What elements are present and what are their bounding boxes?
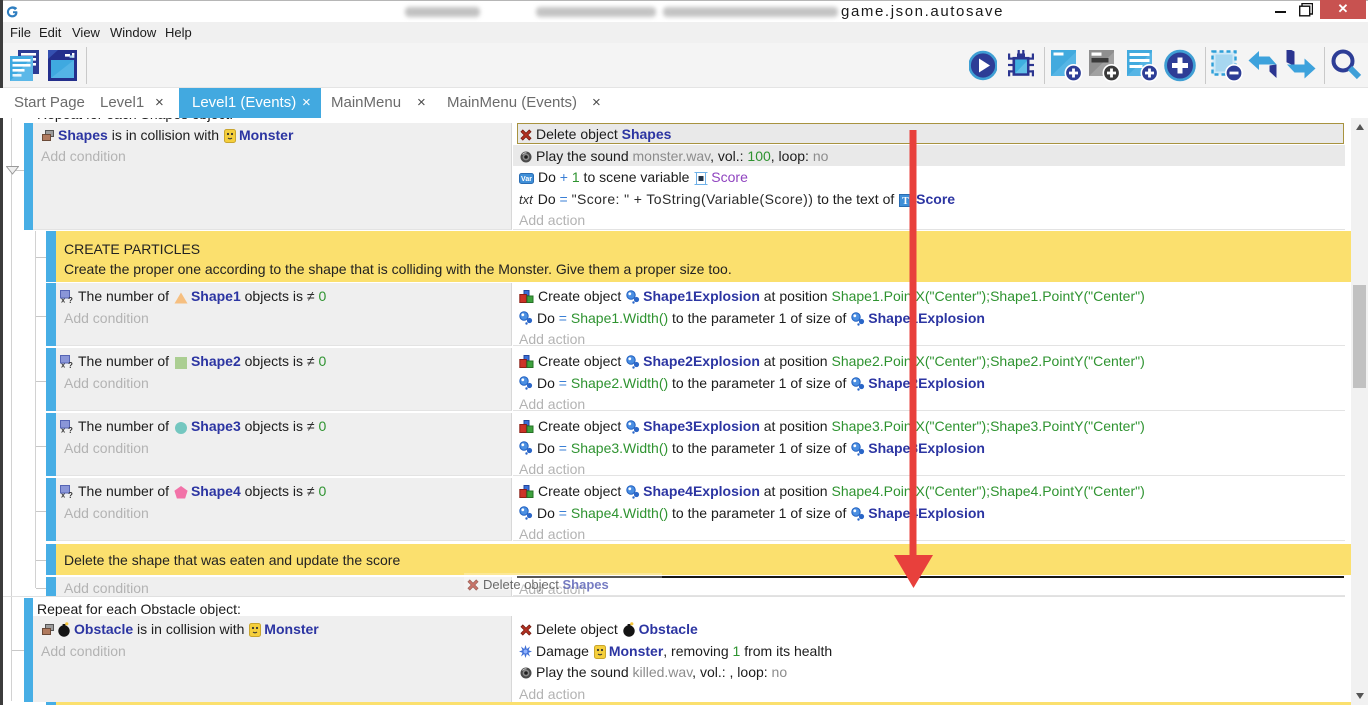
svg-text:?: ? xyxy=(68,361,73,368)
svg-text:?: ? xyxy=(68,296,73,303)
svg-text:Var: Var xyxy=(521,176,532,183)
svg-text:?: ? xyxy=(68,426,73,433)
svg-text:?: ? xyxy=(68,491,73,498)
